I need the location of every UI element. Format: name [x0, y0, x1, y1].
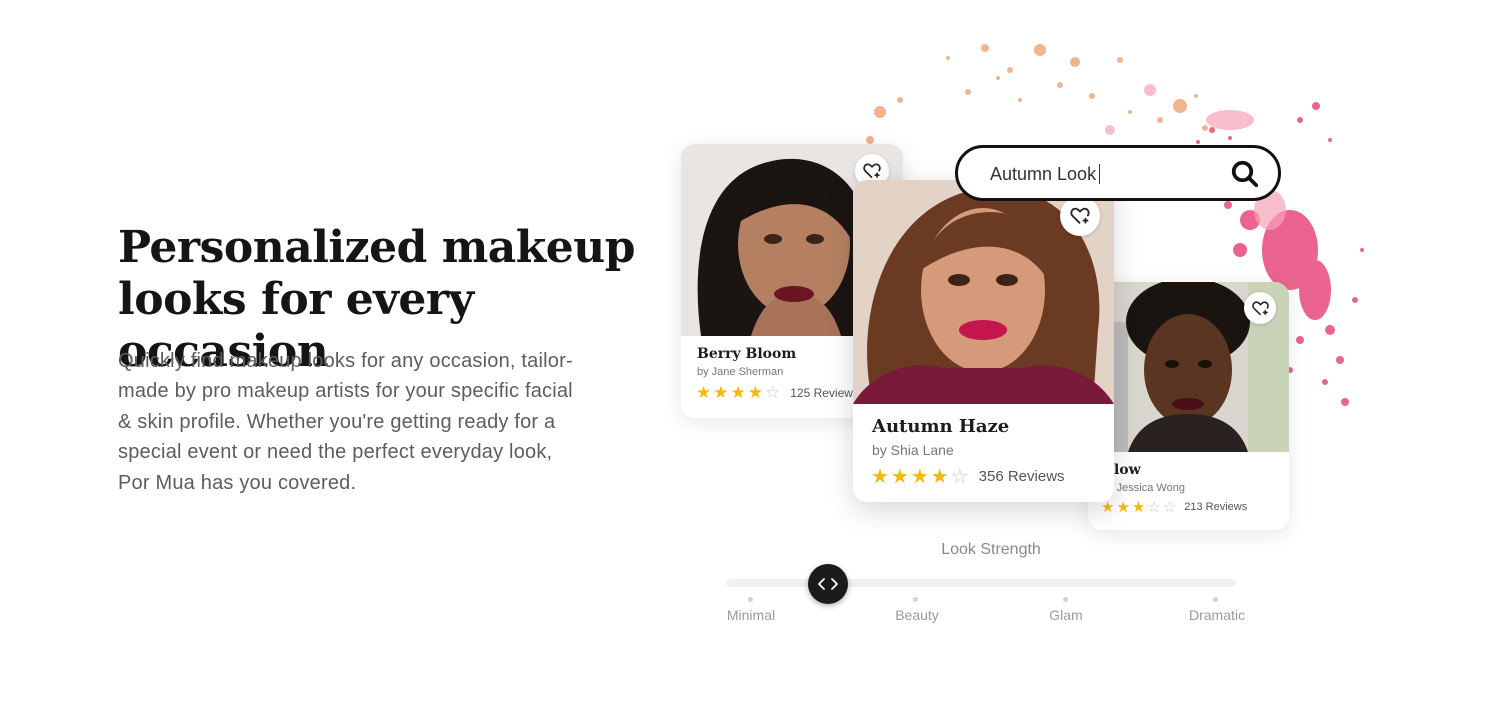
slider-tick [1063, 597, 1068, 602]
chevron-left-right-icon [818, 578, 838, 590]
slider-stop-minimal[interactable]: Minimal [701, 607, 801, 623]
look-strength-label: Look Strength [941, 541, 1041, 558]
favorite-button[interactable] [1244, 292, 1276, 324]
slider-tick [1213, 597, 1218, 602]
review-count: 125 Reviews [790, 386, 859, 400]
look-author: by Jane Sherman [697, 366, 784, 378]
rating-row: ★★★★☆ 356 Reviews [871, 464, 1065, 489]
slider-stop-beauty[interactable]: Beauty [867, 607, 967, 623]
rating-row: ★★★☆☆ 213 Reviews [1101, 498, 1247, 516]
search-input[interactable] [988, 160, 1222, 188]
heart-plus-icon [1070, 207, 1090, 224]
look-strength-thumb[interactable] [808, 564, 848, 604]
look-author: by Shia Lane [872, 442, 954, 458]
slider-stop-glam[interactable]: Glam [1016, 607, 1116, 623]
look-card-glow[interactable]: Glow by Jessica Wong ★★★☆☆ 213 Reviews [1088, 282, 1289, 530]
slider-stop-dramatic[interactable]: Dramatic [1167, 607, 1267, 623]
star-rating: ★★★★☆ [871, 466, 971, 488]
look-strength-track[interactable] [726, 579, 1236, 587]
rating-row: ★★★★☆ 125 Reviews [696, 383, 859, 403]
look-title: Berry Bloom [697, 346, 797, 362]
search-icon [1231, 160, 1259, 188]
slider-tick [748, 597, 753, 602]
star-rating: ★★★★☆ [696, 383, 783, 402]
heart-plus-icon [1251, 300, 1269, 315]
search-bar[interactable] [955, 145, 1281, 201]
look-card-autumn-haze[interactable]: Autumn Haze by Shia Lane ★★★★☆ 356 Revie… [853, 180, 1114, 502]
slider-tick [913, 597, 918, 602]
look-title: Autumn Haze [872, 416, 1010, 437]
review-count: 356 Reviews [978, 468, 1065, 485]
hero-description: Quickly find makeup looks for any occasi… [118, 350, 573, 494]
look-author: by Jessica Wong [1102, 482, 1185, 494]
heart-plus-icon [863, 163, 881, 179]
favorite-button[interactable] [1060, 196, 1100, 236]
search-button[interactable] [1230, 159, 1260, 194]
review-count: 213 Reviews [1184, 501, 1248, 513]
text-cursor [1099, 164, 1100, 184]
